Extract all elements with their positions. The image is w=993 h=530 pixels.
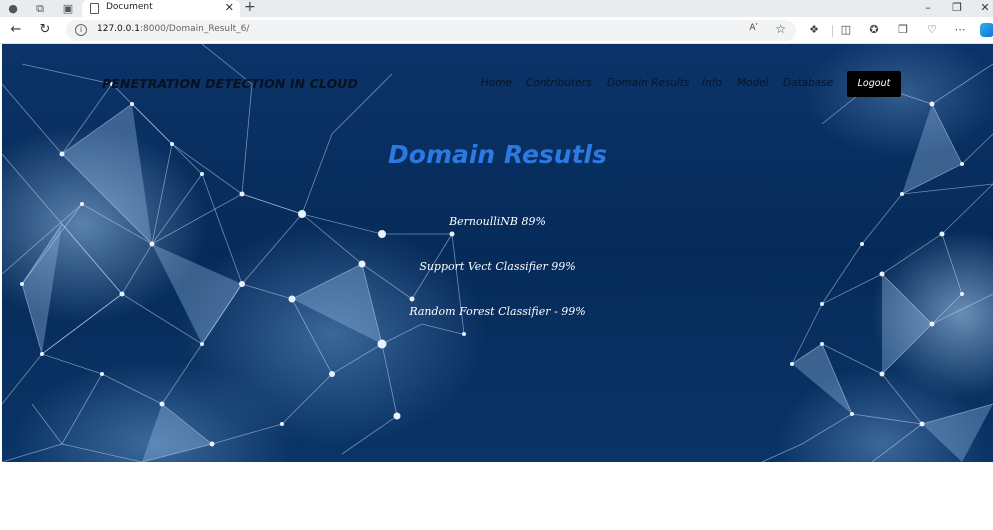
result-svc: Support Vect Classifier 99% <box>419 260 576 273</box>
nav-link-home[interactable]: Home <box>481 77 512 89</box>
read-aloud-icon[interactable]: Aʹ <box>749 23 758 33</box>
result-random-forest: Random Forest Classifier - 99% <box>409 305 586 318</box>
nav-link-database[interactable]: Database <box>783 77 833 89</box>
logout-button[interactable]: Logout <box>847 71 901 97</box>
minimize-icon[interactable]: – <box>918 1 938 14</box>
extensions-icon[interactable]: ❖ <box>806 22 822 38</box>
refresh-icon[interactable]: ↻ <box>37 22 53 38</box>
copilot-icon[interactable] <box>980 23 993 37</box>
url-text: 127.0.0.1:8000/Domain_Result_6/ <box>97 24 249 34</box>
browser-essentials-icon[interactable]: ♡ <box>924 22 940 38</box>
site-info-icon[interactable]: i <box>75 24 87 36</box>
close-window-icon[interactable]: ✕ <box>975 1 993 14</box>
collections-icon[interactable]: ❐ <box>895 22 911 38</box>
browser-tab-bar: ● ⧉ ▣ Document ✕ + – ❐ ✕ <box>0 0 993 17</box>
workspaces-icon[interactable]: ⧉ <box>32 1 48 16</box>
nav-link-info[interactable]: Info <box>702 77 722 89</box>
more-menu-icon[interactable]: ⋯ <box>952 22 968 38</box>
toolbar-divider <box>832 25 833 37</box>
restore-icon[interactable]: ❐ <box>947 1 967 14</box>
page-footer-area <box>0 462 993 530</box>
tab-title: Document <box>106 2 153 12</box>
site-brand[interactable]: PENETRATION DETECTION IN CLOUD <box>102 76 358 91</box>
result-bernoullinb: BernoulliNB 89% <box>449 215 546 228</box>
tab-close-icon[interactable]: ✕ <box>225 1 234 15</box>
split-screen-icon[interactable]: ◫ <box>838 22 854 38</box>
browser-toolbar: ← ↻ i 127.0.0.1:8000/Domain_Result_6/ Aʹ… <box>0 17 993 44</box>
network-background-image <box>2 44 993 462</box>
url-host: 127.0.0.1 <box>97 24 140 34</box>
hero-section: PENETRATION DETECTION IN CLOUD Home Cont… <box>2 44 993 462</box>
new-tab-icon[interactable]: + <box>244 0 256 15</box>
favorite-star-icon[interactable]: ☆ <box>775 22 786 36</box>
profile-icon[interactable]: ● <box>5 1 21 16</box>
tab-actions-icon[interactable]: ▣ <box>60 1 76 16</box>
back-icon[interactable]: ← <box>8 22 24 38</box>
favorites-icon[interactable]: ✪ <box>866 22 882 38</box>
browser-tab-document[interactable]: Document ✕ <box>82 0 240 17</box>
document-icon <box>90 3 99 14</box>
nav-link-contributers[interactable]: Contributers <box>526 77 591 89</box>
page-title: Domain Resutls <box>388 140 607 169</box>
address-bar[interactable]: i 127.0.0.1:8000/Domain_Result_6/ Aʹ ☆ <box>66 20 796 41</box>
url-path: :8000/Domain_Result_6/ <box>139 24 250 34</box>
nav-link-domain-results[interactable]: Domain Results <box>607 77 689 89</box>
nav-link-model[interactable]: Model <box>737 77 769 89</box>
